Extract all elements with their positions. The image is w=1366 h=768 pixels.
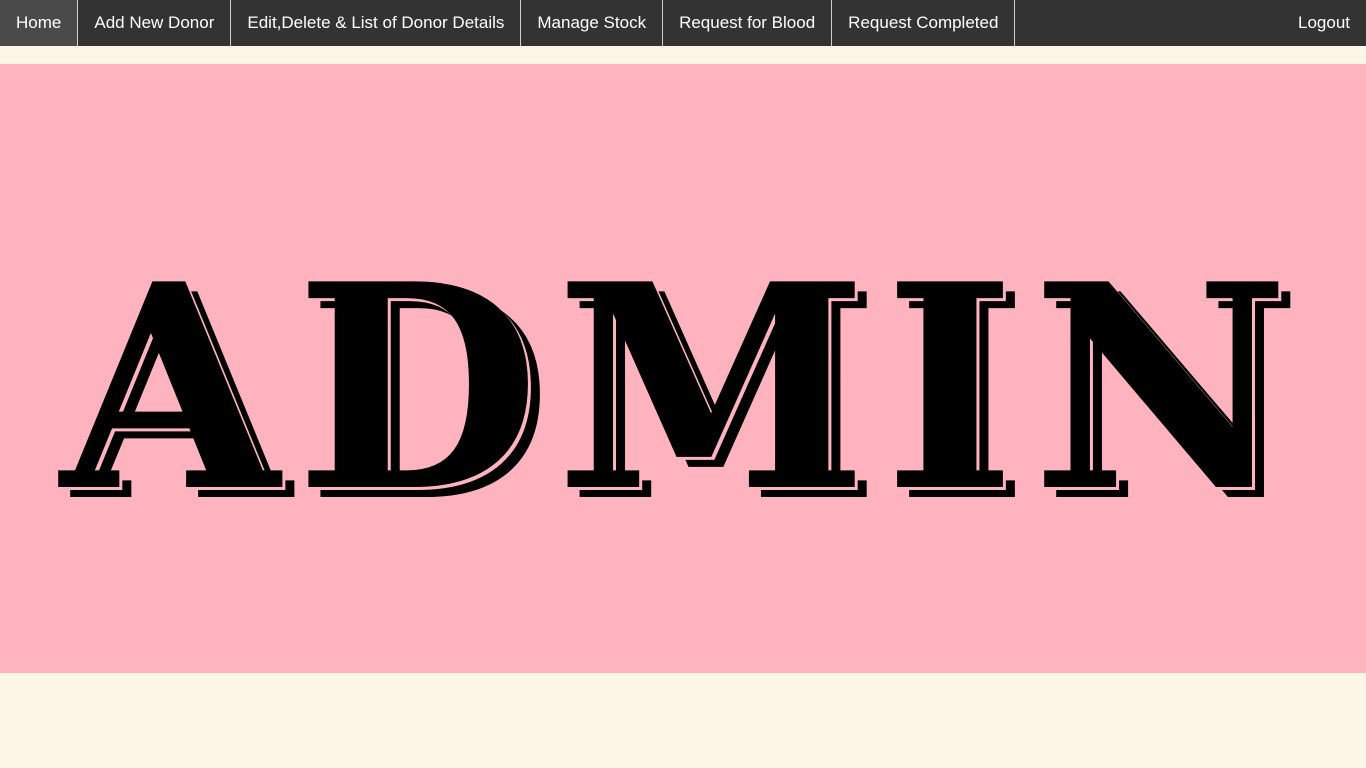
logout-link[interactable]: Logout <box>1282 0 1366 46</box>
nav-manage-stock-link[interactable]: Manage Stock <box>521 0 664 46</box>
nav-home-link[interactable]: Home <box>0 0 79 46</box>
top-navigation-bar: Home Add New Donor Edit,Delete & List of… <box>0 0 1366 46</box>
banner-title: ADMIN <box>56 222 1306 554</box>
nav-request-completed-link[interactable]: Request Completed <box>832 0 1016 46</box>
admin-banner-graphic: ADMIN ADMIN ADMIN <box>56 222 1306 564</box>
admin-banner: ADMIN ADMIN ADMIN <box>0 64 1366 673</box>
nav-edit-delete-list-donor-link[interactable]: Edit,Delete & List of Donor Details <box>231 0 522 46</box>
nav-request-for-blood-link[interactable]: Request for Blood <box>663 0 833 46</box>
nav-add-new-donor-link[interactable]: Add New Donor <box>78 0 232 46</box>
